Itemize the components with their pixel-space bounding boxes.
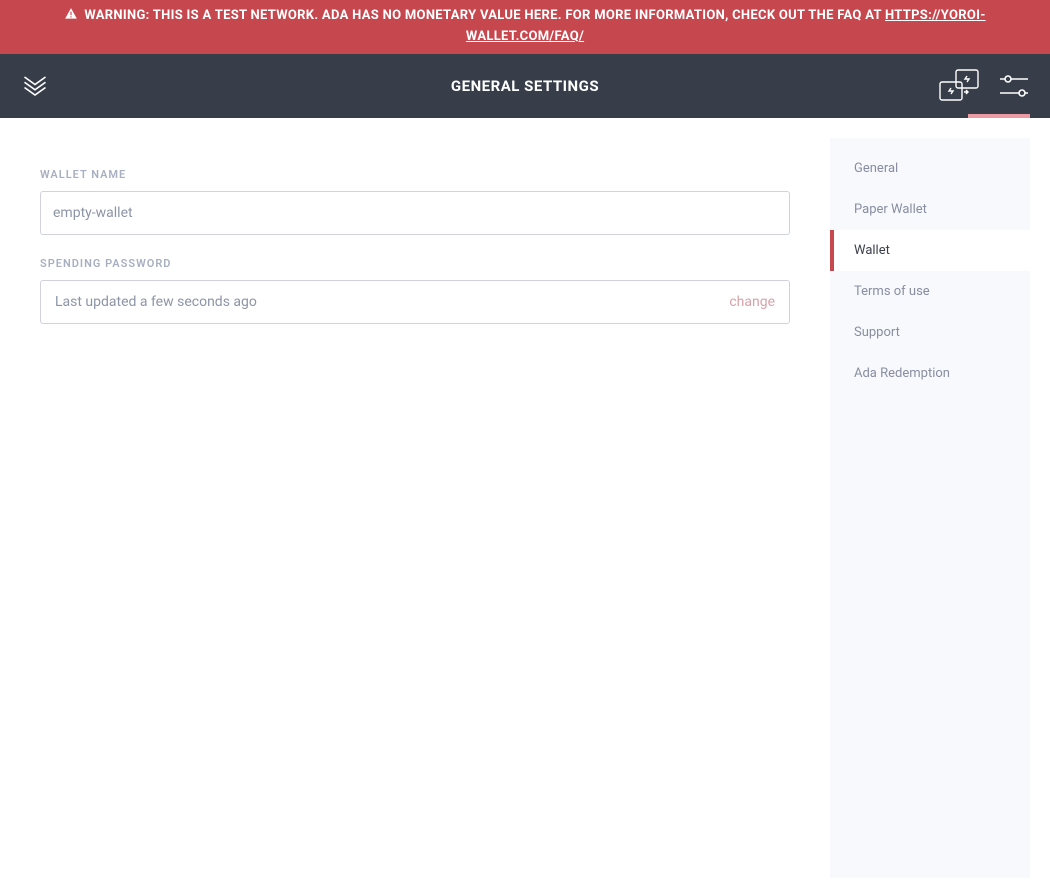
wallet-name-group: WALLET NAME [40,168,790,235]
spending-password-label: SPENDING PASSWORD [40,257,790,270]
sidebar-item-ada-redemption[interactable]: Ada Redemption [830,353,1030,394]
wallet-settings-card: WALLET NAME SPENDING PASSWORD Last updat… [20,138,810,376]
sidebar-item-label: Paper Wallet [854,202,927,217]
wallet-name-label: WALLET NAME [40,168,790,181]
sidebar-item-label: Wallet [854,243,890,258]
wallet-name-input[interactable] [40,191,790,235]
settings-sliders-icon[interactable] [998,73,1030,99]
testnet-warning-banner: WARNING: THIS IS A TEST NETWORK. ADA HAS… [0,0,1050,54]
app-header: GENERAL SETTINGS [0,54,1050,118]
sidebar-item-wallet[interactable]: Wallet [830,230,1030,271]
header-active-indicator [968,114,1030,118]
sidebar-item-label: Support [854,325,900,340]
warning-icon [64,7,78,21]
warning-text: WARNING: THIS IS A TEST NETWORK. ADA HAS… [84,8,885,23]
sidebar-item-support[interactable]: Support [830,312,1030,353]
wallet-transfer-icon[interactable] [938,68,980,104]
logo-icon[interactable] [20,71,50,101]
sidebar-item-paper-wallet[interactable]: Paper Wallet [830,189,1030,230]
main-content: WALLET NAME SPENDING PASSWORD Last updat… [0,118,1050,892]
settings-sidebar: General Paper Wallet Wallet Terms of use… [830,138,1030,878]
sidebar-item-terms-of-use[interactable]: Terms of use [830,271,1030,312]
change-password-link[interactable]: change [729,294,775,310]
sidebar-item-general[interactable]: General [830,148,1030,189]
sidebar-item-label: General [854,161,898,176]
spending-password-group: SPENDING PASSWORD Last updated a few sec… [40,257,790,324]
spending-password-row: Last updated a few seconds ago change [40,280,790,324]
sidebar-item-label: Ada Redemption [854,366,950,381]
page-title: GENERAL SETTINGS [451,77,599,95]
spending-password-status: Last updated a few seconds ago [55,294,257,310]
sidebar-item-label: Terms of use [854,284,930,299]
